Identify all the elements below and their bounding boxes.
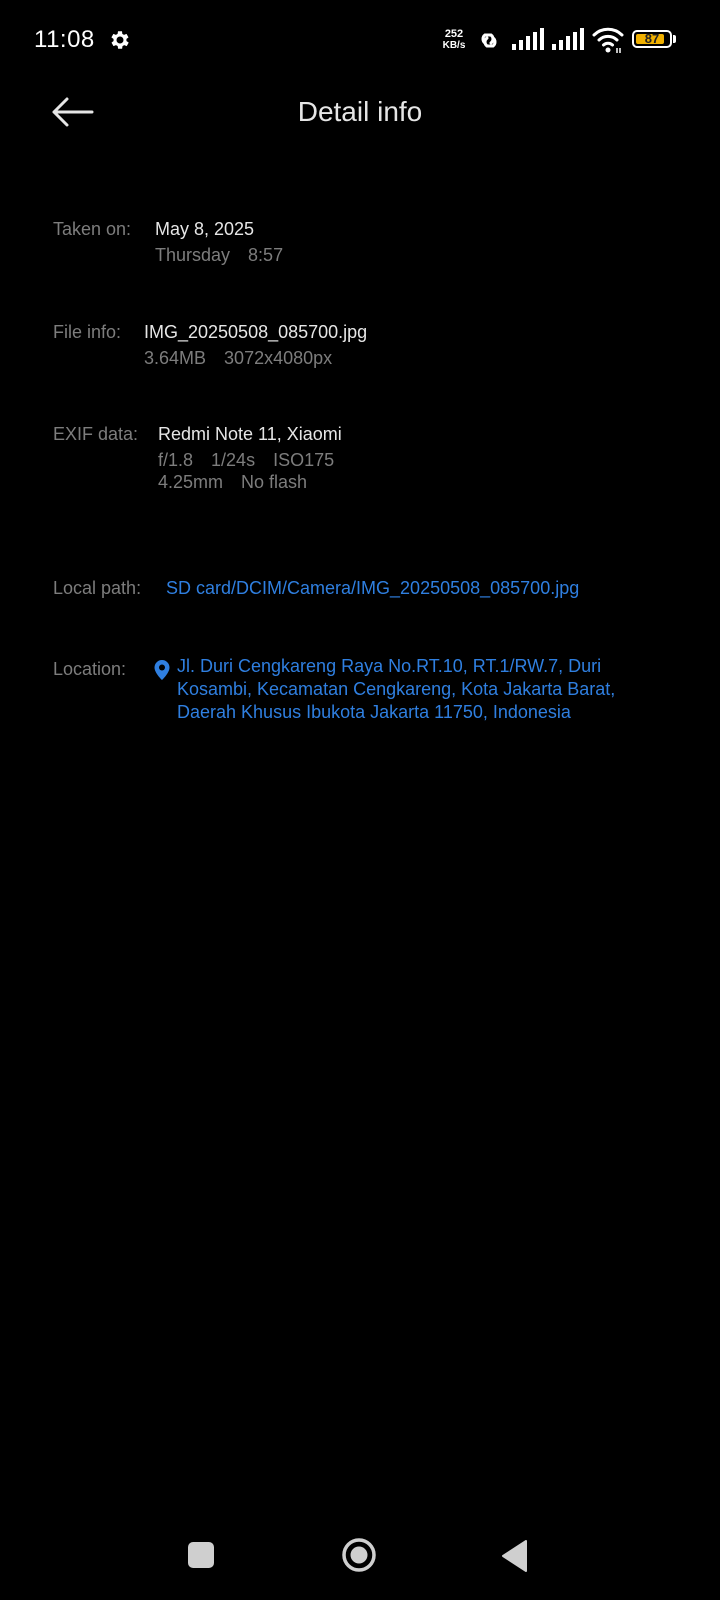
exif-label: EXIF data: <box>53 424 139 444</box>
file-info-label: File info: <box>53 322 122 342</box>
network-speed-value: 252 <box>444 28 464 40</box>
location-pin-icon <box>154 660 170 680</box>
location-line-1: Jl. Duri Cengkareng Raya No.RT.10, RT.1/… <box>177 656 602 676</box>
status-time: 11:08 <box>34 26 95 53</box>
local-path-label: Local path: <box>53 578 142 598</box>
battery-nub <box>673 35 676 43</box>
location-line-2: Kosambi, Kecamatan Cengkareng, Kota Jaka… <box>177 679 616 699</box>
exif-shutter: 1/24s <box>211 450 256 470</box>
recents-square-icon[interactable] <box>188 1542 214 1568</box>
exif-settings: f/1.8 1/24s ISO175 <box>158 450 334 471</box>
battery-percent: 87 <box>644 31 660 46</box>
file-resolution: 3072x4080px <box>224 348 333 368</box>
exif-device: Redmi Note 11, Xiaomi <box>158 424 342 444</box>
network-speed-unit: KB/s <box>442 40 466 51</box>
taken-on-date: May 8, 2025 <box>155 219 255 239</box>
battery-icon: 87 <box>632 30 678 50</box>
signal-icon <box>512 28 544 50</box>
signal-icon <box>552 28 584 50</box>
local-path-link[interactable]: SD card/DCIM/Camera/IMG_20250508_085700.… <box>166 578 579 599</box>
location-address-link[interactable]: Jl. Duri Cengkareng Raya No.RT.10, RT.1/… <box>177 655 647 724</box>
file-size: 3.64MB <box>144 348 207 368</box>
taken-on-time: 8:57 <box>248 245 284 265</box>
home-circle-icon[interactable] <box>341 1537 377 1573</box>
taken-on-label: Taken on: <box>53 219 132 239</box>
taken-on-weekday: Thursday <box>155 245 231 265</box>
taken-on-details: Thursday 8:57 <box>155 245 283 266</box>
hotspot-icon <box>481 33 497 48</box>
location-line-3: Daerah Khusus Ibukota Jakarta 11750, Ind… <box>177 702 571 722</box>
exif-flash: No flash <box>241 472 308 492</box>
network-speed: 252 KB/s <box>439 28 469 52</box>
location-label: Location: <box>53 659 127 679</box>
exif-focal-length: 4.25mm <box>158 472 224 492</box>
back-triangle-icon[interactable] <box>500 1539 528 1573</box>
exif-iso: ISO175 <box>273 450 335 470</box>
file-name: IMG_20250508_085700.jpg <box>144 322 368 342</box>
gear-icon <box>111 31 129 49</box>
wifi-icon <box>592 27 624 53</box>
exif-extra: 4.25mm No flash <box>158 472 307 493</box>
exif-aperture: f/1.8 <box>158 450 194 470</box>
page-title: Detail info <box>297 96 423 127</box>
file-details: 3.64MB 3072x4080px <box>144 348 332 369</box>
